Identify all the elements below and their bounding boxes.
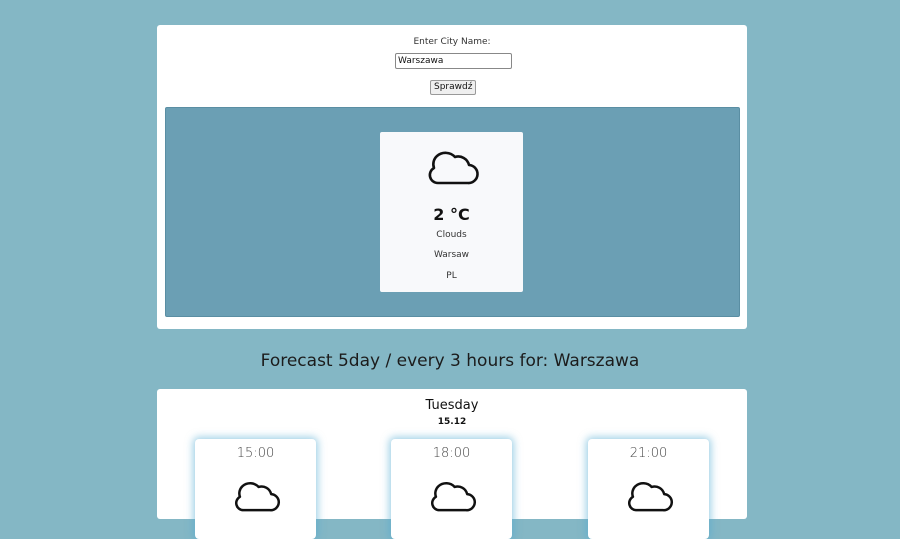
- hour-time: 21:00: [629, 446, 668, 461]
- current-weather-card: 2 °C Clouds Warsaw PL: [380, 132, 523, 292]
- weather-description: Clouds: [436, 230, 467, 240]
- hour-card: 21:00: [588, 439, 709, 539]
- search-card: Enter City Name: Sprawdź 2 °C Clouds War…: [157, 25, 747, 329]
- forecast-day-name: Tuesday: [425, 398, 479, 413]
- city-name: Warsaw: [433, 250, 470, 260]
- hour-time: 18:00: [432, 446, 471, 461]
- current-temperature: 2 °C: [433, 205, 470, 224]
- check-button[interactable]: Sprawdź: [430, 80, 477, 95]
- forecast-title: Forecast 5day / every 3 hours for: Warsz…: [260, 351, 640, 371]
- forecast-date: 15.12: [437, 417, 467, 427]
- cloud-icon: [628, 482, 673, 512]
- city-name-label: Enter City Name:: [413, 37, 491, 47]
- hour-card: 18:00: [391, 439, 512, 539]
- hour-card: 15:00: [195, 439, 316, 539]
- cloud-icon: [235, 482, 280, 512]
- current-weather-panel: 2 °C Clouds Warsaw PL: [165, 107, 740, 317]
- hour-time: 15:00: [236, 446, 275, 461]
- country-code: PL: [446, 271, 457, 281]
- city-input[interactable]: [395, 53, 512, 69]
- cloud-icon: [431, 482, 476, 512]
- cloud-icon: [428, 151, 479, 185]
